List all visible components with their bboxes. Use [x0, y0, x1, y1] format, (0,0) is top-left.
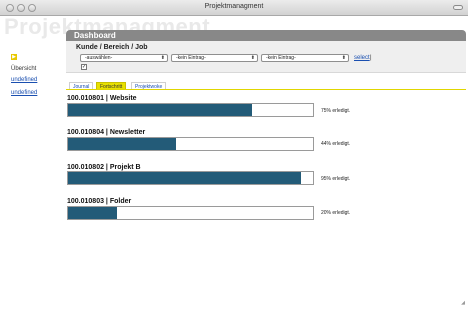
select-link[interactable]: select — [354, 55, 370, 61]
customer-select[interactable]: -auswählen- ⬍ — [80, 54, 168, 62]
job-select-value: -kein Eintrag- — [266, 55, 296, 61]
progress-bar-fill — [68, 138, 176, 150]
progress-bar — [67, 171, 314, 185]
project-title: 100.010801 | Website — [67, 95, 137, 102]
filter-label: Kunde / Bereich / Job — [76, 44, 148, 51]
sidebar-item-overview[interactable]: Übersicht — [11, 66, 36, 72]
project-title: 100.010803 | Folder — [67, 198, 132, 205]
select-arrows-icon: ⬍ — [250, 55, 255, 61]
filter-checkbox[interactable]: ✓ — [81, 64, 87, 70]
select-arrows-icon: ⬍ — [160, 55, 165, 61]
job-select[interactable]: -kein Eintrag- ⬍ — [261, 54, 349, 62]
select-separator: | — [370, 55, 372, 61]
progress-bar-fill — [68, 172, 301, 184]
sidebar-item-undefined-2[interactable]: undefined — [11, 90, 37, 96]
tab-underline — [66, 89, 466, 90]
toolbar-toggle-button[interactable] — [453, 5, 463, 10]
area-select-value: -kein Eintrag- — [176, 55, 206, 61]
progress-status: 75% erledigt. — [321, 108, 351, 114]
dashboard-filter-panel: Kunde / Bereich / Job -auswählen- ⬍ -kei… — [66, 41, 466, 73]
progress-status: 44% erledigt. — [321, 141, 351, 147]
progress-bar-fill — [68, 104, 252, 116]
sidebar-item-undefined-1[interactable]: undefined — [11, 77, 37, 83]
progress-status: 20% erledigt. — [321, 210, 351, 216]
dashboard-title: Dashboard — [74, 31, 116, 40]
progress-bar — [67, 137, 314, 151]
customer-select-value: -auswählen- — [85, 55, 113, 61]
progress-status: 95% erledigt. — [321, 176, 351, 182]
select-arrows-icon: ⬍ — [341, 55, 346, 61]
arrow-right-icon: ▶ — [11, 54, 17, 60]
window-title: Projektmanagment — [204, 3, 264, 10]
progress-bar-fill — [68, 207, 117, 219]
progress-bar — [67, 206, 314, 220]
project-title: 100.010804 | Newsletter — [67, 129, 146, 136]
dashboard-header: Dashboard — [66, 30, 466, 41]
progress-bar — [67, 103, 314, 117]
resize-grip-icon[interactable]: ◢ — [461, 300, 465, 306]
project-title: 100.010802 | Projekt B — [67, 164, 141, 171]
area-select[interactable]: -kein Eintrag- ⬍ — [171, 54, 258, 62]
